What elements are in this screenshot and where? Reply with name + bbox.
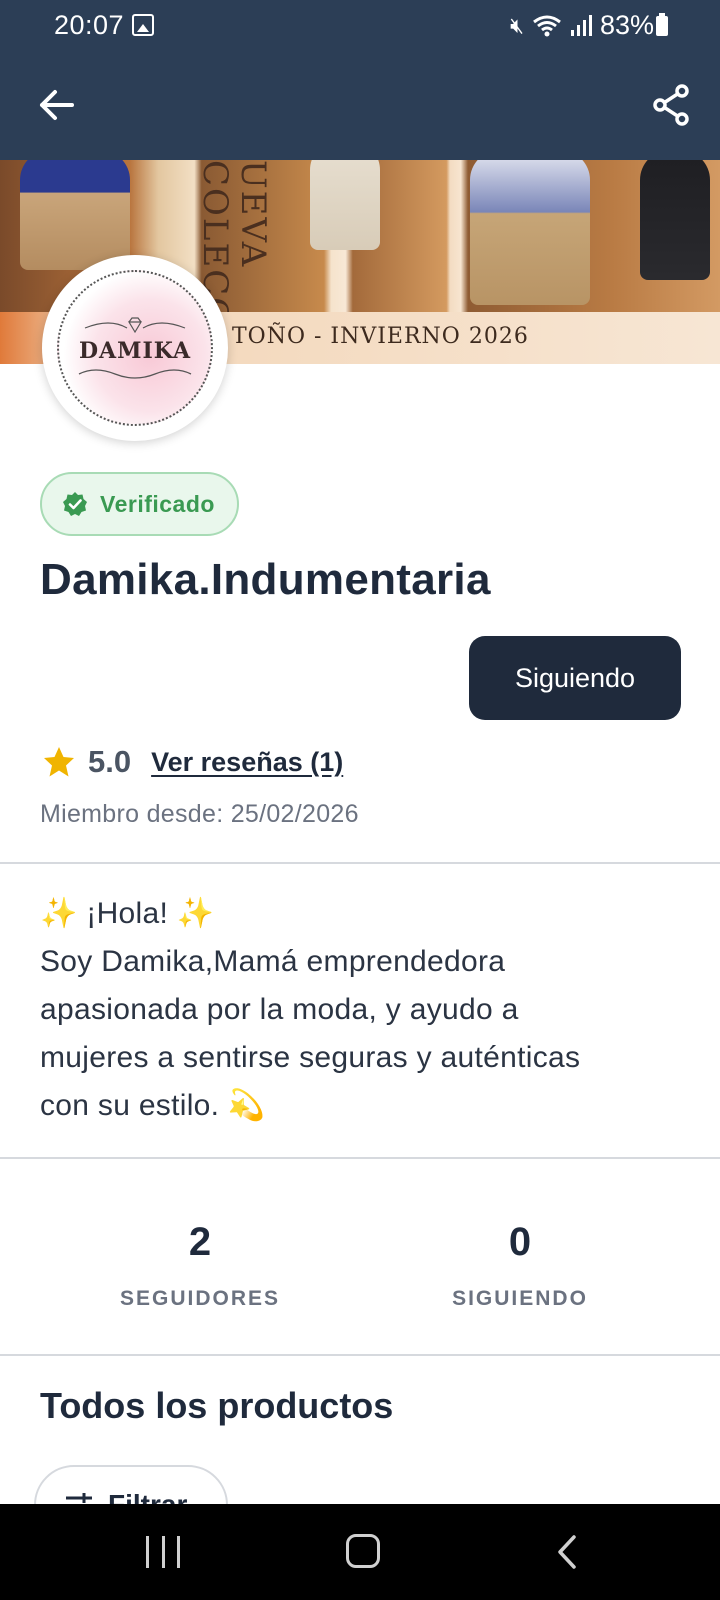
status-bar: 20:07 🔇︎ 83% [0,0,720,52]
arrow-left-icon [40,90,74,120]
bio-line: apasionada por la moda, y ayudo a [40,993,519,1026]
app-bar [0,52,720,160]
following-label: SIGUIENDO [452,1287,588,1310]
verified-badge: Verificado [40,472,239,536]
logo-text: DAMIKA [78,338,192,364]
status-time: 20:07 [54,10,125,40]
bio-line: ✨ ¡Hola! ✨ [40,897,215,930]
divider [0,1157,720,1159]
following-button[interactable]: Siguiendo [469,636,681,720]
bio-line: Soy Damika,Mamá emprendedora [40,945,506,978]
banner-model-3 [470,160,590,305]
battery-percent: 83% [599,10,654,40]
banner-model-1 [20,160,130,270]
star-icon [44,747,74,777]
signal-icon [570,14,592,36]
followers-label: SEGUIDORES [119,1287,281,1310]
rating-value: 5.0 [88,744,132,779]
battery-icon [656,13,668,36]
store-name: Damika.Indumentaria [40,555,491,604]
followers-count: 2 [188,1220,212,1264]
share-icon [653,84,689,126]
wifi-icon [533,15,561,36]
verified-check-icon [63,492,87,516]
home-button[interactable] [346,1534,380,1568]
store-bio: ✨ ¡Hola! ✨ Soy Damika,Mamá emprendedora … [40,890,700,1130]
divider [0,1354,720,1356]
recents-icon [146,1536,149,1568]
banner-caption: TOÑO - INVIERNO 2026 [232,324,529,349]
nav-back-icon[interactable] [552,1534,582,1570]
store-avatar: DAMIKA [42,255,228,441]
member-since: Miembro desde: 25/02/2026 [40,800,359,828]
share-button[interactable] [646,80,696,130]
followers-stat[interactable]: 2 SEGUIDORES [50,1220,350,1311]
banner-model-4 [640,160,710,280]
reviews-link[interactable]: Ver reseñas (1) [151,747,343,778]
bio-line: con su estilo. 💫 [40,1089,266,1122]
mute-icon: 🔇︎ [510,12,524,38]
back-button[interactable] [32,80,82,130]
following-count: 0 [508,1220,532,1264]
store-logo: DAMIKA [57,270,213,426]
following-stat[interactable]: 0 SIGUIENDO [370,1220,670,1311]
image-icon [132,14,154,36]
system-nav-bar [0,1504,720,1600]
banner-model-2 [310,160,380,250]
divider [0,862,720,864]
bio-line: mujeres a sentirse seguras y auténticas [40,1041,581,1074]
diamond-ornament-icon [84,317,186,334]
swirl-ornament-icon [78,369,192,379]
verified-label: Verificado [100,490,215,517]
rating-row: 5.0 Ver reseñas (1) [42,740,343,784]
section-title-products: Todos los productos [40,1385,394,1426]
recents-button[interactable] [146,1536,180,1568]
status-indicators: 🔇︎ 83% [510,10,654,41]
